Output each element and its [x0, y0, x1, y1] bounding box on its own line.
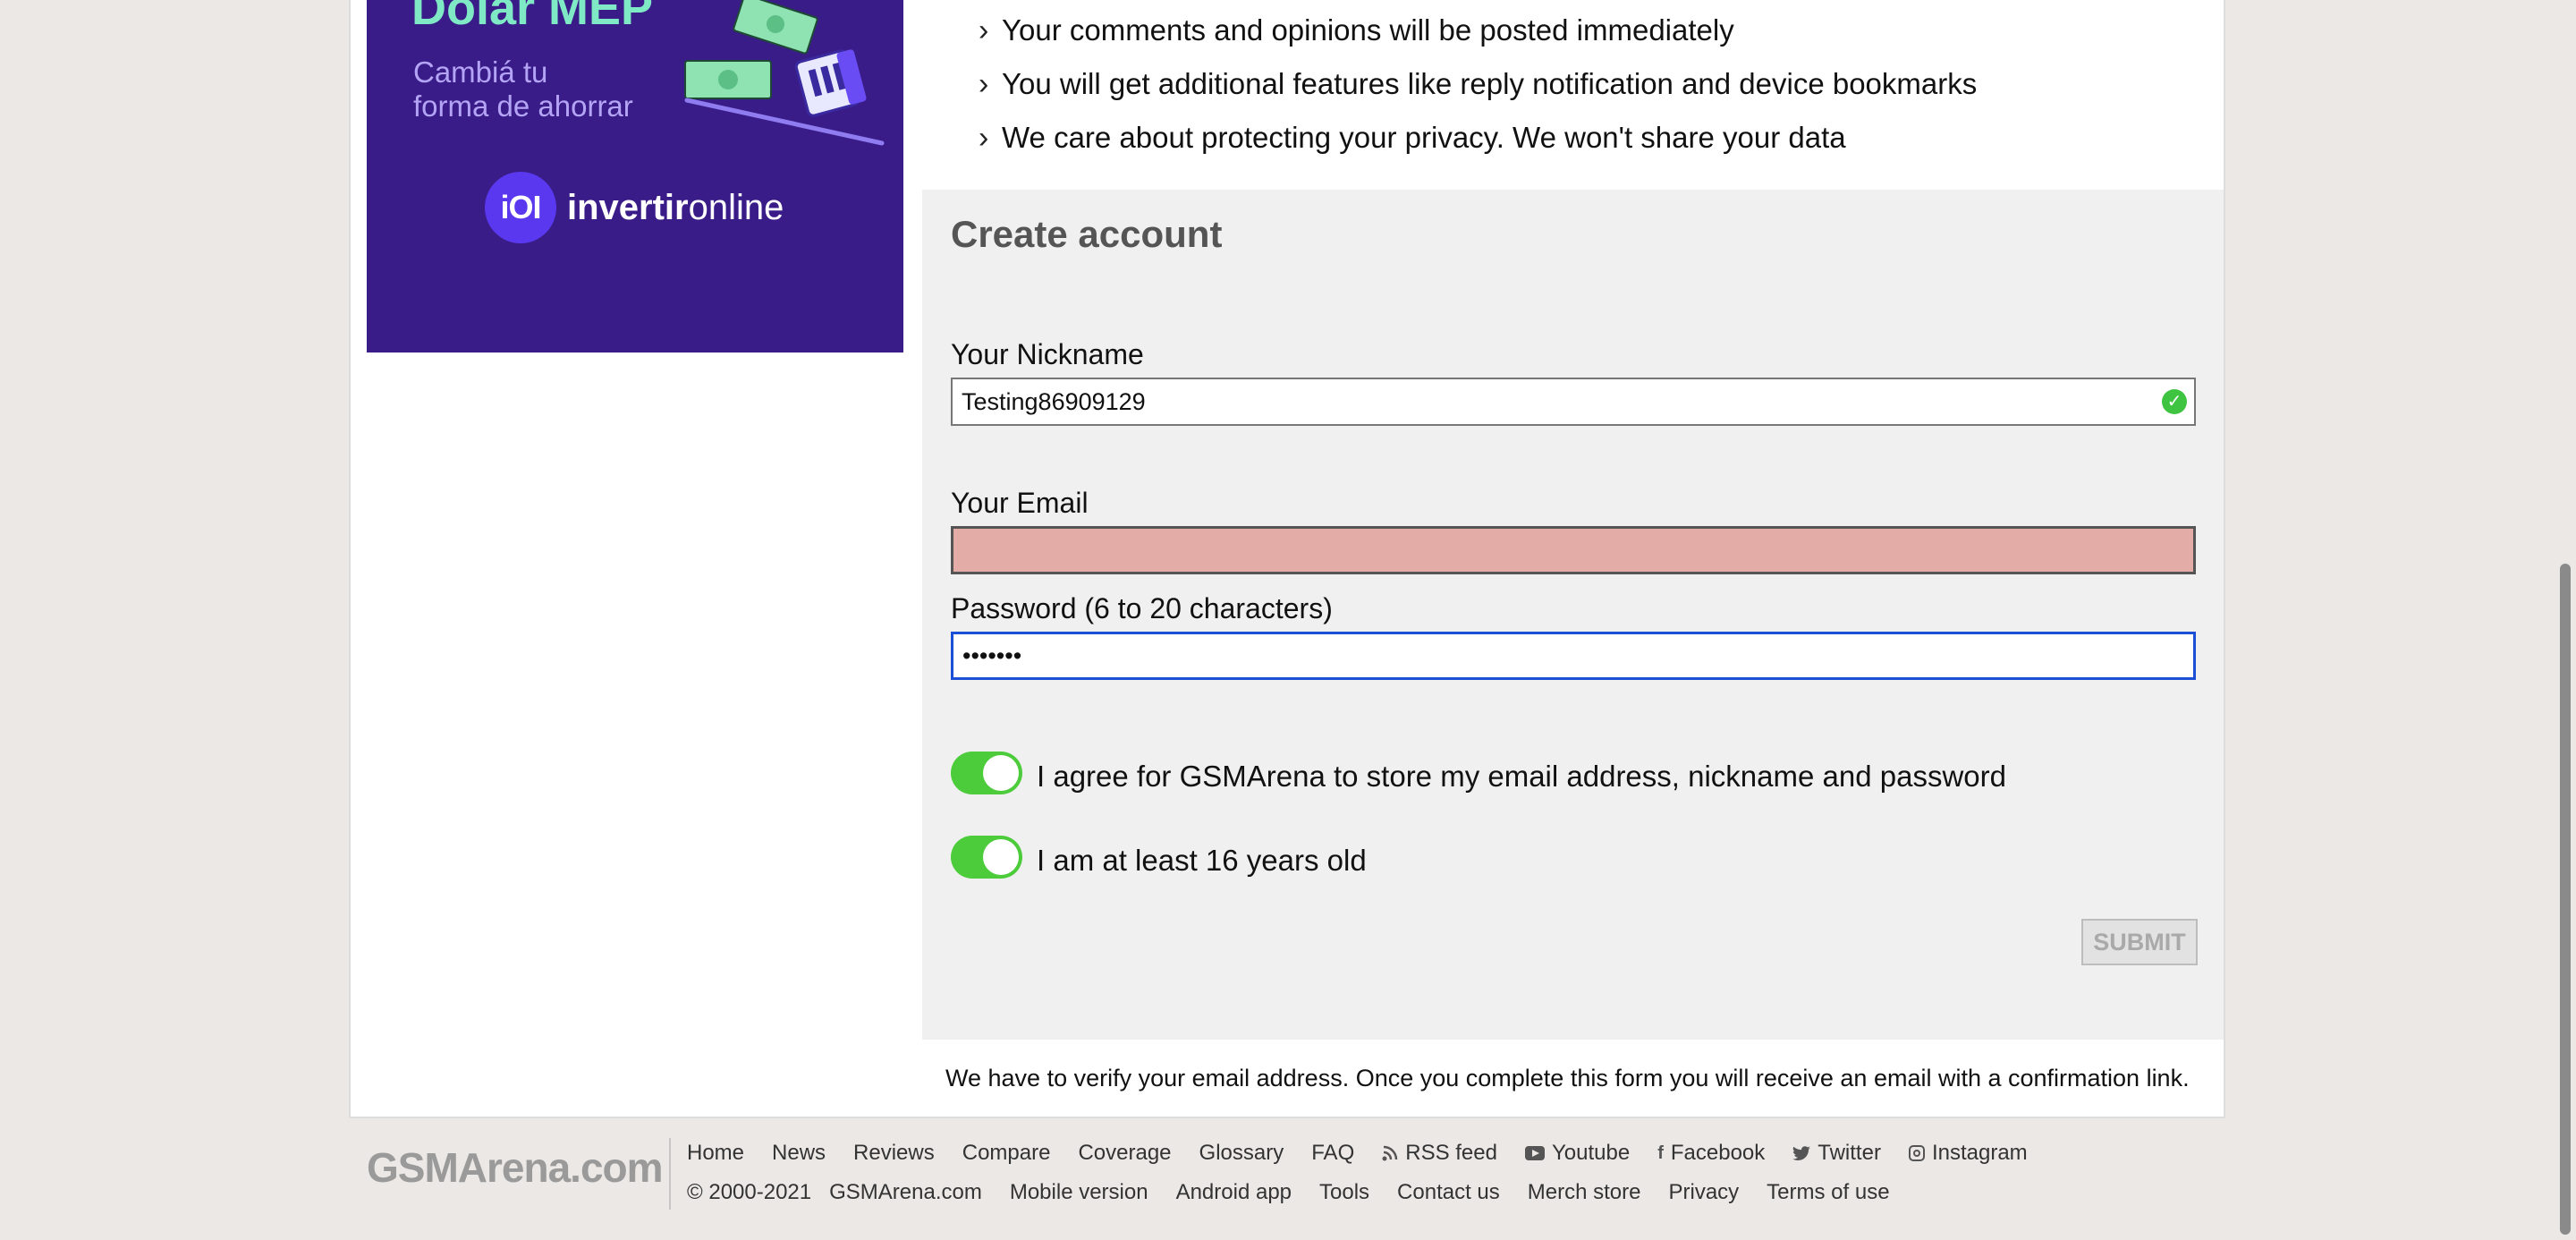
footer-link-privacy[interactable]: Privacy [1668, 1180, 1739, 1205]
footer-link-label: Glossary [1199, 1141, 1284, 1165]
ad-subtitle-line1: Cambiá tu [413, 55, 548, 89]
footer-link-twitter[interactable]: Twitter [1792, 1141, 1881, 1166]
valid-check-icon: ✓ [2162, 389, 2187, 414]
ad-logo-bold: invertir [567, 187, 689, 227]
instagram-icon [1908, 1145, 1925, 1161]
footer-link-label: Reviews [853, 1141, 935, 1165]
footer-link-label: Twitter [1818, 1141, 1881, 1165]
benefit-text: We care about protecting your privacy. W… [1002, 121, 1846, 154]
ad-logo-light: online [688, 187, 784, 227]
footer-nav-secondary: © 2000-2021 GSMArena.com Mobile version … [687, 1180, 1918, 1205]
footer-link-label: News [772, 1141, 826, 1165]
benefit-item: › Your comments and opinions will be pos… [979, 4, 1977, 57]
chevron-right-icon: › [979, 13, 989, 47]
footer-link-contact[interactable]: Contact us [1397, 1180, 1500, 1205]
footer-link-tools[interactable]: Tools [1319, 1180, 1369, 1205]
footer-link-label: Youtube [1551, 1141, 1631, 1165]
rss-icon [1382, 1145, 1398, 1161]
ad-banner[interactable]: Dolar MEP Cambiá tu forma de ahorrar iOI… [367, 0, 903, 352]
agree-label: I agree for GSMArena to store my email a… [1037, 760, 2006, 793]
footer-link-rss[interactable]: RSS feed [1382, 1141, 1497, 1166]
footer-link-label: Terms of use [1767, 1180, 1890, 1204]
agree-toggle[interactable] [951, 752, 1022, 794]
footer-link-youtube[interactable]: Youtube [1524, 1141, 1631, 1166]
form-title: Create account [951, 213, 1223, 255]
password-label: Password (6 to 20 characters) [951, 592, 1333, 624]
footer-link-label: Tools [1319, 1180, 1370, 1204]
footer-link-label: Coverage [1078, 1141, 1172, 1165]
footer-link-faq[interactable]: FAQ [1311, 1141, 1354, 1166]
money-illustration-icon [684, 0, 885, 146]
footer-link-label: Instagram [1931, 1141, 2028, 1165]
footer-link-label: Privacy [1668, 1180, 1740, 1204]
toggle-knob [983, 839, 1019, 875]
age-toggle[interactable] [951, 836, 1022, 879]
page: Dolar MEP Cambiá tu forma de ahorrar iOI… [0, 0, 2576, 1240]
footer-link-label: Merch store [1527, 1180, 1641, 1204]
footer-link-label: Compare [962, 1141, 1051, 1165]
age-label: I am at least 16 years old [1037, 844, 1367, 877]
footer-link-label: © 2000-2021 [687, 1180, 812, 1204]
footer-link-home[interactable]: Home [687, 1141, 744, 1166]
verify-email-note: We have to verify your email address. On… [945, 1065, 2190, 1091]
submit-button[interactable]: SUBMIT [2081, 919, 2198, 965]
footer-nav-primary: Home News Reviews Compare Coverage Gloss… [687, 1141, 2055, 1166]
nickname-label: Your Nickname [951, 338, 1144, 370]
footer-link-coverage[interactable]: Coverage [1078, 1141, 1171, 1166]
facebook-icon: f [1657, 1142, 1664, 1163]
create-account-form: Create account Your Nickname ✓ Your Emai… [922, 190, 2224, 1040]
footer-link-label: Contact us [1397, 1180, 1500, 1204]
twitter-icon [1792, 1146, 1811, 1160]
footer-link-gsmarena[interactable]: GSMArena.com [829, 1180, 982, 1205]
footer-link-reviews[interactable]: Reviews [853, 1141, 935, 1166]
footer-link-news[interactable]: News [772, 1141, 826, 1166]
footer-link-facebook[interactable]: f Facebook [1657, 1141, 1765, 1166]
footer-divider [669, 1138, 671, 1210]
footer-logo[interactable]: GSMArena.com [367, 1143, 664, 1192]
footer-link-android-app[interactable]: Android app [1176, 1180, 1292, 1205]
nickname-input[interactable] [951, 378, 2196, 426]
footer-link-merch-store[interactable]: Merch store [1528, 1180, 1641, 1205]
youtube-icon [1524, 1146, 1545, 1160]
footer-copyright: © 2000-2021 [687, 1180, 811, 1205]
email-label: Your Email [951, 487, 1089, 519]
chevron-right-icon: › [979, 67, 989, 101]
footer-link-label: Facebook [1670, 1141, 1766, 1165]
email-input[interactable] [951, 526, 2196, 574]
footer-link-terms[interactable]: Terms of use [1767, 1180, 1889, 1205]
ad-subtitle: Cambiá tu forma de ahorrar [413, 55, 682, 123]
benefits-list: › Your comments and opinions will be pos… [979, 0, 1977, 165]
toggle-knob [983, 755, 1019, 791]
scrollbar-thumb[interactable] [2560, 564, 2571, 1235]
footer-link-glossary[interactable]: Glossary [1199, 1141, 1284, 1166]
chevron-right-icon: › [979, 121, 989, 155]
ad-logo: iOI invertironline [485, 172, 784, 243]
footer-link-mobile-version[interactable]: Mobile version [1010, 1180, 1148, 1205]
footer-link-instagram[interactable]: Instagram [1908, 1141, 2028, 1166]
footer-link-label: GSMArena.com [829, 1180, 982, 1204]
footer-link-label: Home [687, 1141, 745, 1165]
ad-headline: Dolar MEP [411, 0, 654, 35]
benefit-item: › We care about protecting your privacy.… [979, 111, 1977, 165]
footer-link-label: FAQ [1311, 1141, 1355, 1165]
benefit-item: › You will get additional features like … [979, 57, 1977, 111]
footer-link-compare[interactable]: Compare [962, 1141, 1051, 1166]
ad-subtitle-line2: forma de ahorrar [413, 89, 633, 123]
ad-logo-text: invertironline [567, 188, 784, 228]
benefit-text: You will get additional features like re… [1002, 67, 1978, 100]
benefit-text: Your comments and opinions will be poste… [1002, 13, 1734, 47]
footer-link-label: Mobile version [1009, 1180, 1148, 1204]
ad-logo-mark: iOI [485, 172, 556, 243]
password-input[interactable] [951, 632, 2196, 680]
footer-link-label: RSS feed [1405, 1141, 1497, 1165]
footer-link-label: Android app [1175, 1180, 1292, 1204]
